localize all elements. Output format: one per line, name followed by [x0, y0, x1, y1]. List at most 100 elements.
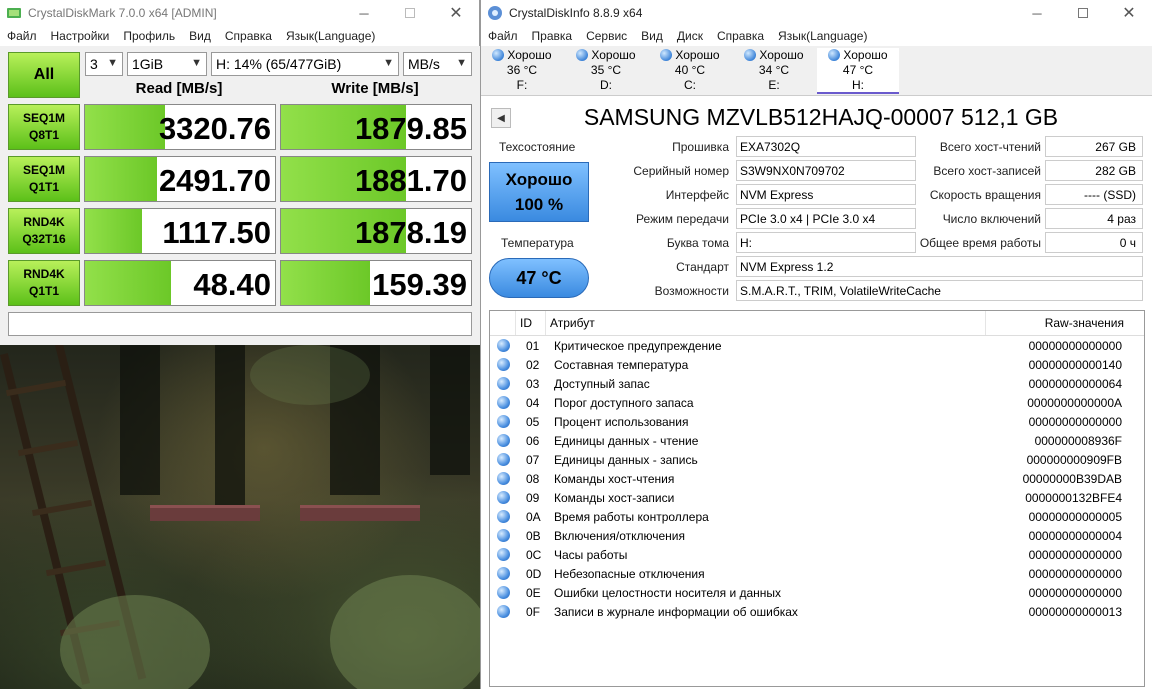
attribute-column-header[interactable]: Атрибут	[546, 311, 986, 335]
test-size-select[interactable]: 1GiB ▼	[127, 52, 207, 76]
maximize-button[interactable]	[1060, 0, 1106, 26]
smart-status-cell	[490, 586, 516, 599]
smart-row[interactable]: 01 Критическое предупреждение 000000000000…	[490, 336, 1144, 355]
cdi-titlebar[interactable]: CrystalDiskInfo 8.8.9 x64 ─ ✕	[481, 0, 1152, 26]
smart-id: 0A	[526, 509, 541, 524]
smart-raw-value: 000000000909FB	[1026, 452, 1122, 467]
smart-id: 02	[526, 357, 540, 372]
wallpaper-tree	[430, 345, 470, 475]
unit-select[interactable]: MB/s ▼	[403, 52, 472, 76]
smart-row[interactable]: 0F Записи в журнале информации об ошибках…	[490, 602, 1144, 621]
drive-tab-letter: C:	[684, 78, 696, 92]
raw-column-header[interactable]: Raw-значения	[986, 311, 1128, 335]
menu-language[interactable]: Язык(Language)	[771, 29, 874, 43]
test-count-value: 3	[90, 56, 98, 72]
drive-select[interactable]: H: 14% (65/477GiB) ▼	[211, 52, 399, 76]
smart-row[interactable]: 06 Единицы данных - чтение 000000008936F	[490, 431, 1144, 450]
id-column-header[interactable]: ID	[516, 311, 546, 335]
health-good-icon	[660, 49, 673, 61]
crystaldiskinfo-app-icon	[488, 6, 502, 20]
smart-row[interactable]: 05 Процент использования 00000000000000	[490, 412, 1144, 431]
menu-disk[interactable]: Диск	[670, 29, 710, 43]
maximize-button[interactable]	[387, 0, 433, 26]
drive-model-title: SAMSUNG MZVLB512HAJQ-00007 512,1 GB	[583, 104, 1059, 130]
power-on-hours-label: Общее время работы	[919, 236, 1041, 250]
menu-edit[interactable]: Правка	[525, 29, 580, 43]
health-good-icon	[496, 605, 510, 618]
read-result-value: 1117.50	[162, 215, 271, 250]
test-count-select[interactable]: 3 ▼	[85, 52, 123, 76]
smart-row[interactable]: 07 Единицы данных - запись 000000000909FB	[490, 450, 1144, 469]
smart-row[interactable]: 0D Небезопасные отключения 00000000000000	[490, 564, 1144, 583]
minimize-button[interactable]: ─	[341, 0, 387, 26]
maximize-icon	[1078, 8, 1088, 18]
health-good-icon	[496, 339, 510, 352]
read-result-cell: 3320.76	[84, 104, 276, 150]
smart-status-cell	[490, 377, 516, 390]
cdm-body: All 3 ▼ 1GiB ▼ H: 14% (65/477GiB) ▼ MB/s…	[0, 46, 480, 345]
chevron-down-icon: ▼	[191, 57, 202, 69]
write-result-value: 1878.19	[354, 215, 467, 250]
crystaldiskmark-app-icon	[7, 8, 21, 18]
drive-tab-f[interactable]: Хорошо 36 °C F:	[481, 48, 563, 94]
write-result-value: 159.39	[372, 267, 467, 302]
smart-raw-value: 00000000000000	[1028, 566, 1122, 581]
all-tests-button[interactable]: All	[8, 52, 80, 98]
smart-row[interactable]: 0B Включения/отключения 00000000000004	[490, 526, 1144, 545]
smart-status-cell	[490, 339, 516, 352]
test-button-rnd4k-q32t16[interactable]: RND4K Q32T16	[8, 208, 80, 254]
test-button-line2: Q8T1	[28, 128, 59, 142]
minimize-button[interactable]: ─	[1014, 0, 1060, 26]
menu-file[interactable]: Файл	[481, 29, 525, 43]
drive-letter-label: Буква тома	[666, 236, 729, 250]
comment-input[interactable]	[8, 312, 472, 336]
status-column-header[interactable]	[490, 311, 516, 335]
health-good-icon	[496, 529, 510, 542]
menu-help[interactable]: Справка	[218, 29, 279, 43]
smart-row[interactable]: 03 Доступный запас 00000000000064	[490, 374, 1144, 393]
drive-tab-e[interactable]: Хорошо 34 °C E:	[733, 48, 815, 94]
health-status-text: Хорошо	[505, 170, 573, 189]
test-button-seq1m-q8t1[interactable]: SEQ1M Q8T1	[8, 104, 80, 150]
triangle-left-icon: ◀	[497, 112, 505, 124]
wallpaper-tree	[120, 345, 160, 495]
previous-drive-button[interactable]: ◀	[491, 108, 511, 128]
test-button-line1: SEQ1M	[22, 111, 65, 125]
drive-tab-c[interactable]: Хорошо 40 °C C:	[649, 48, 731, 94]
menu-file[interactable]: Файл	[0, 29, 44, 43]
host-writes-label: Всего хост-записей	[933, 164, 1041, 178]
menu-view[interactable]: Вид	[634, 29, 670, 43]
read-result-cell: 2491.70	[84, 156, 276, 202]
smart-attribute-name: Время работы контроллера	[554, 509, 709, 524]
smart-row[interactable]: 0C Часы работы 00000000000000	[490, 545, 1144, 564]
health-good-icon	[496, 415, 510, 428]
smart-row[interactable]: 08 Команды хост-чтения 00000000B39DAB	[490, 469, 1144, 488]
smart-raw-value: 0000000132BFE4	[1025, 490, 1122, 505]
health-good-icon	[744, 49, 757, 61]
cdm-menubar: Файл Настройки Профиль Вид Справка Язык(…	[0, 26, 479, 46]
cdm-titlebar[interactable]: CrystalDiskMark 7.0.0 x64 [ADMIN] ─ ✕	[0, 0, 479, 26]
desktop-wallpaper	[0, 343, 490, 689]
test-button-seq1m-q1t1[interactable]: SEQ1M Q1T1	[8, 156, 80, 202]
serial-label: Серийный номер	[633, 164, 729, 178]
smart-row[interactable]: 04 Порог доступного запаса 0000000000000A	[490, 393, 1144, 412]
menu-language[interactable]: Язык(Language)	[279, 29, 382, 43]
smart-row[interactable]: 0E Ошибки целостности носителя и данных 00…	[490, 583, 1144, 602]
health-status-badge: Хорошо 100 %	[489, 162, 589, 222]
smart-raw-value: 00000000B39DAB	[1022, 471, 1122, 486]
smart-row[interactable]: 02 Составная температура 00000000000140	[490, 355, 1144, 374]
menu-view[interactable]: Вид	[182, 29, 218, 43]
drive-tab-h[interactable]: Хорошо 47 °C H:	[817, 48, 899, 94]
close-button[interactable]: ✕	[1106, 0, 1152, 26]
smart-row[interactable]: 09 Команды хост-записи 0000000132BFE4	[490, 488, 1144, 507]
test-button-rnd4k-q1t1[interactable]: RND4K Q1T1	[8, 260, 80, 306]
drive-tab-d[interactable]: Хорошо 35 °C D:	[565, 48, 647, 94]
smart-row[interactable]: 0A Время работы контроллера 00000000000005	[490, 507, 1144, 526]
close-button[interactable]: ✕	[433, 0, 479, 26]
menu-settings[interactable]: Настройки	[44, 29, 117, 43]
menu-help[interactable]: Справка	[710, 29, 771, 43]
smart-attribute-name: Небезопасные отключения	[554, 566, 705, 581]
menu-profile[interactable]: Профиль	[116, 29, 182, 43]
menu-service[interactable]: Сервис	[579, 29, 634, 43]
smart-attribute-name: Доступный запас	[554, 376, 650, 391]
